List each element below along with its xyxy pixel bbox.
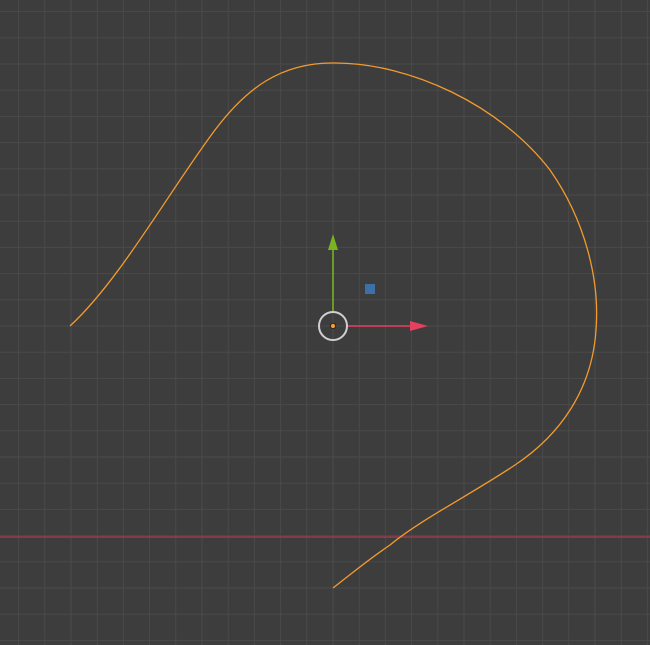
object-origin-dot	[329, 322, 336, 329]
viewport-canvas[interactable]	[0, 0, 650, 645]
viewport-grid	[0, 0, 650, 645]
y-axis-arrow-head[interactable]	[328, 234, 338, 250]
x-axis-arrow-head[interactable]	[410, 321, 428, 331]
3d-viewport[interactable]	[0, 0, 650, 645]
xy-plane-handle[interactable]	[365, 284, 375, 294]
